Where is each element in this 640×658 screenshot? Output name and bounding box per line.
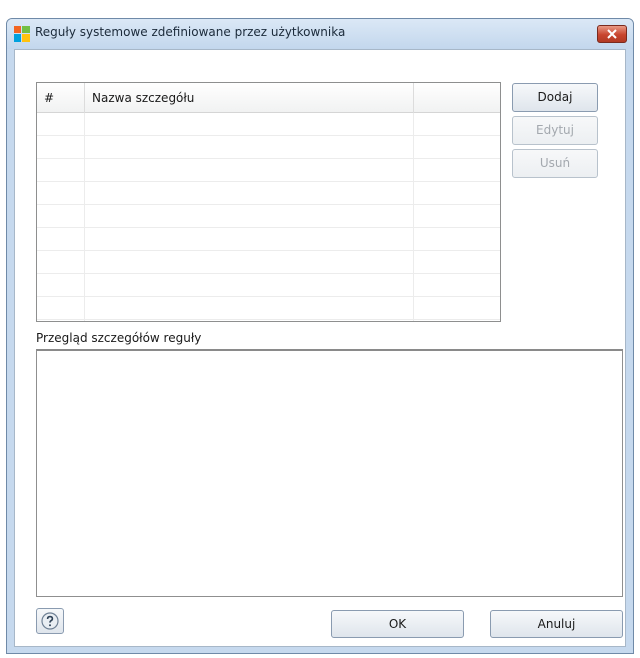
edit-button[interactable]: Edytuj xyxy=(512,116,598,145)
add-button[interactable]: Dodaj xyxy=(512,83,598,112)
dialog-content: # Nazwa szczegółu Dodaj Edytuj Usuń Prze… xyxy=(14,49,626,647)
avg-logo-icon xyxy=(14,26,30,42)
table-row[interactable] xyxy=(37,182,500,205)
details-preview-box[interactable] xyxy=(36,349,623,597)
close-button[interactable] xyxy=(597,25,627,43)
details-table[interactable]: # Nazwa szczegółu xyxy=(36,82,501,322)
table-row[interactable] xyxy=(37,159,500,182)
table-row[interactable] xyxy=(37,274,500,297)
column-header-extra[interactable] xyxy=(414,83,500,113)
dialog-window: Reguły systemowe zdefiniowane przez użyt… xyxy=(6,18,634,654)
table-header: # Nazwa szczegółu xyxy=(37,83,500,113)
column-header-number[interactable]: # xyxy=(37,83,85,113)
delete-button[interactable]: Usuń xyxy=(512,149,598,178)
title-bar[interactable]: Reguły systemowe zdefiniowane przez użyt… xyxy=(7,19,633,49)
ok-button[interactable]: OK xyxy=(331,610,464,638)
column-header-name[interactable]: Nazwa szczegółu xyxy=(85,83,414,113)
help-icon xyxy=(41,612,59,630)
close-icon xyxy=(607,29,617,39)
help-button[interactable] xyxy=(36,608,64,634)
cancel-button[interactable]: Anuluj xyxy=(490,610,623,638)
table-row[interactable] xyxy=(37,251,500,274)
table-row[interactable] xyxy=(37,228,500,251)
details-preview-label: Przegląd szczegółów reguły xyxy=(36,331,202,345)
table-row[interactable] xyxy=(37,297,500,320)
table-row[interactable] xyxy=(37,136,500,159)
window-title: Reguły systemowe zdefiniowane przez użyt… xyxy=(35,25,346,39)
table-row[interactable] xyxy=(37,113,500,136)
table-row[interactable] xyxy=(37,205,500,228)
